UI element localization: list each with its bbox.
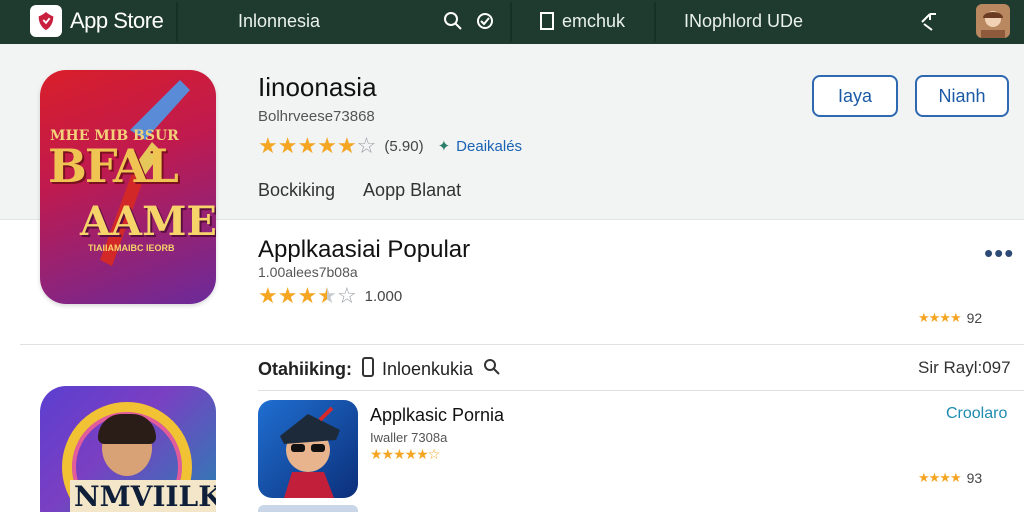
sort-label[interactable]: Sir Rayl:097 [918,358,1011,378]
nav-text: INophlord UDe [684,10,804,31]
featured-title: Iinoonasia [258,72,377,102]
star-icon: ★ [277,133,298,158]
secondary-action-button[interactable]: Nianh [915,75,1009,117]
icon-text-tiny: TIAIIAMAIBC IEORB [88,243,175,253]
rating-count: 1.000 [364,287,403,305]
top-divider [176,2,178,42]
app-subtitle: Iwaller 7308a [370,430,448,445]
filter-label: Otahiiking: [258,358,352,379]
section-title: Applkaasiai Popular [258,236,471,263]
rating-count: (5.90) [384,137,424,155]
hair-icon [98,414,156,444]
nav-link[interactable]: INophlord UDe [684,4,803,38]
pin-icon: ✦ [437,138,451,155]
app-store-logo-icon [30,5,62,37]
app-action-link[interactable]: Croolaro [946,405,1007,423]
next-app-icon[interactable] [258,505,358,512]
featured-subtitle: Bolhrveese73868 [258,108,375,125]
search-field[interactable]: Inlonnesia [238,4,320,38]
top-bar: App Store Inlonnesia emchuk INophlord UD… [0,0,1024,44]
icon-text-big2: AAMEB [80,198,216,245]
share-icon[interactable] [916,8,942,34]
app-icon[interactable] [258,400,358,498]
icon-text-big: BFAL [48,139,179,193]
star-icon: ★ [258,283,278,308]
section-rating: ★ ★ ★ ★ ☆ 1.000 [258,285,402,307]
primary-action-button[interactable]: Iaya [812,75,898,117]
rating-number: 92 [966,310,983,326]
section-subtitle: 1.00alees7b08a [258,264,358,280]
rating-number: 93 [966,470,983,486]
featured-app-icon[interactable]: MHE MIB BSUR BFAL AAMEB TIAIIAMAIBC IEOR… [40,70,216,304]
tab-app-planet[interactable]: Aopp Blanat [363,180,461,201]
account-text: emchuk [562,10,626,31]
star-icon: ★ [317,133,337,158]
phone-icon [362,356,374,382]
featured-tabs: Bockiking Aopp Blanat [258,180,489,201]
top-divider [654,2,656,42]
stars-icon: ★★★★ [918,470,962,485]
star-half-icon: ★ [317,283,337,308]
app-stars-icon: ★★★★★☆ [370,446,440,462]
icon2-text: NMVIILK [70,480,216,512]
document-icon [540,12,554,30]
app-title[interactable]: Applkasic Pornia [370,405,504,426]
star-icon: ★ [336,133,357,158]
star-icon: ★ [297,133,318,158]
section-divider [20,344,1024,345]
stars-icon: ★★★★ [918,310,962,325]
top-divider [510,2,512,42]
star-icon: ★ [258,133,278,158]
featured-app-icon-2[interactable]: NMVIILK [40,386,216,512]
download-label: Deaikalés [456,137,523,155]
featured-rating: ★ ★ ★ ★ ★ ☆ (5.90) ✦ Deaikalés [258,134,522,158]
download-link[interactable]: ✦ Deaikalés [437,137,523,156]
filter-search-icon[interactable] [483,358,501,381]
search-icon[interactable] [440,8,466,34]
account-menu[interactable]: emchuk [540,4,625,38]
star-icon: ★ [277,283,298,308]
brand[interactable]: App Store [30,4,164,38]
star-outline-icon: ☆ [336,283,357,308]
tab-booking[interactable]: Bockiking [258,180,335,201]
voice-icon[interactable] [472,8,498,34]
filter-row: Otahiiking: Inloenkukia [258,356,501,382]
profile-avatar[interactable] [976,4,1010,38]
popular-right-rating: ★★★★ 92 [918,310,982,326]
star-outline-icon: ☆ [356,133,377,158]
star-icon: ★ [297,283,318,308]
search-text: Inlonnesia [238,10,321,31]
filter-value[interactable]: Inloenkukia [382,359,473,380]
row-divider [258,390,1024,391]
brand-name: App Store [70,8,164,33]
app2-right-rating: ★★★★ 93 [918,470,982,486]
more-options-icon[interactable]: ••• [984,238,1014,269]
